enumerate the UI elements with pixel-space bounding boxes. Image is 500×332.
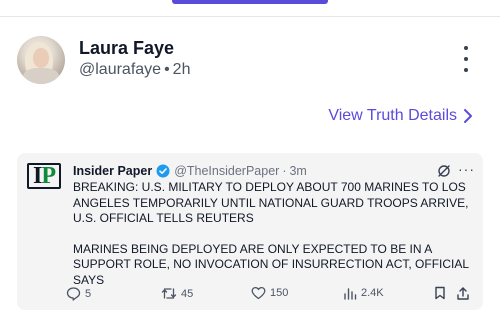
embed-post-time: 3m [289, 164, 307, 178]
post-time: 2h [172, 61, 191, 78]
view-truth-details-label: View Truth Details [328, 107, 457, 124]
grok-icon[interactable] [437, 164, 451, 178]
bookmark-icon [435, 286, 445, 300]
heart-icon [251, 286, 266, 300]
insider-paper-logo[interactable]: IP [27, 163, 61, 189]
embed-more-button[interactable]: ··· [458, 161, 475, 177]
embed-header: Insider Paper @TheInsiderPaper · 3m [73, 164, 307, 178]
reply-count: 5 [85, 287, 92, 300]
like-button[interactable]: 150 [251, 286, 288, 300]
embed-actions: 5 45 150 2.4K [66, 286, 476, 302]
vertical-ellipsis-icon [464, 46, 468, 50]
views-count: 2.4K [361, 287, 384, 299]
reply-button[interactable]: 5 [66, 286, 91, 301]
repost-button[interactable]: 45 [161, 286, 193, 301]
bookmark-button[interactable] [434, 286, 450, 300]
view-truth-details-link[interactable]: View Truth Details [328, 107, 473, 125]
embedded-post-card[interactable]: IP Insider Paper @TheInsiderPaper · 3m ·… [17, 153, 483, 310]
repost-count: 45 [181, 287, 194, 300]
chevron-right-icon [464, 109, 472, 123]
handle-separator: • [164, 61, 170, 78]
user-handle[interactable]: @laurafaye [79, 61, 161, 78]
views-button[interactable]: 2.4K [343, 286, 384, 300]
more-options-button[interactable] [458, 46, 474, 72]
embed-account-handle[interactable]: @TheInsiderPaper [174, 164, 279, 178]
embed-post-text: BREAKING: U.S. MILITARY TO DEPLOY ABOUT … [73, 180, 471, 288]
share-icon [457, 287, 469, 300]
post-header: Laura Faye @laurafaye • 2h [17, 36, 483, 86]
logo-letter-i: I [32, 163, 42, 189]
display-name[interactable]: Laura Faye [79, 38, 174, 59]
verified-badge-icon [156, 164, 170, 178]
active-tab-indicator [172, 0, 328, 4]
tab-strip [0, 0, 500, 17]
like-count: 150 [270, 287, 289, 299]
repost-icon [161, 288, 177, 299]
embed-meta-separator: · [282, 164, 287, 178]
share-button[interactable] [456, 286, 474, 301]
embed-paragraph-1: BREAKING: U.S. MILITARY TO DEPLOY ABOUT … [73, 180, 469, 225]
avatar[interactable] [17, 36, 65, 84]
logo-letter-p: P [41, 163, 56, 189]
embed-account-name[interactable]: Insider Paper [73, 164, 152, 178]
embed-paragraph-2: MARINES BEING DEPLOYED ARE ONLY EXPECTED… [73, 241, 469, 287]
reply-icon [66, 287, 81, 301]
handle-row: @laurafaye • 2h [79, 61, 190, 79]
views-chart-icon [344, 288, 357, 300]
